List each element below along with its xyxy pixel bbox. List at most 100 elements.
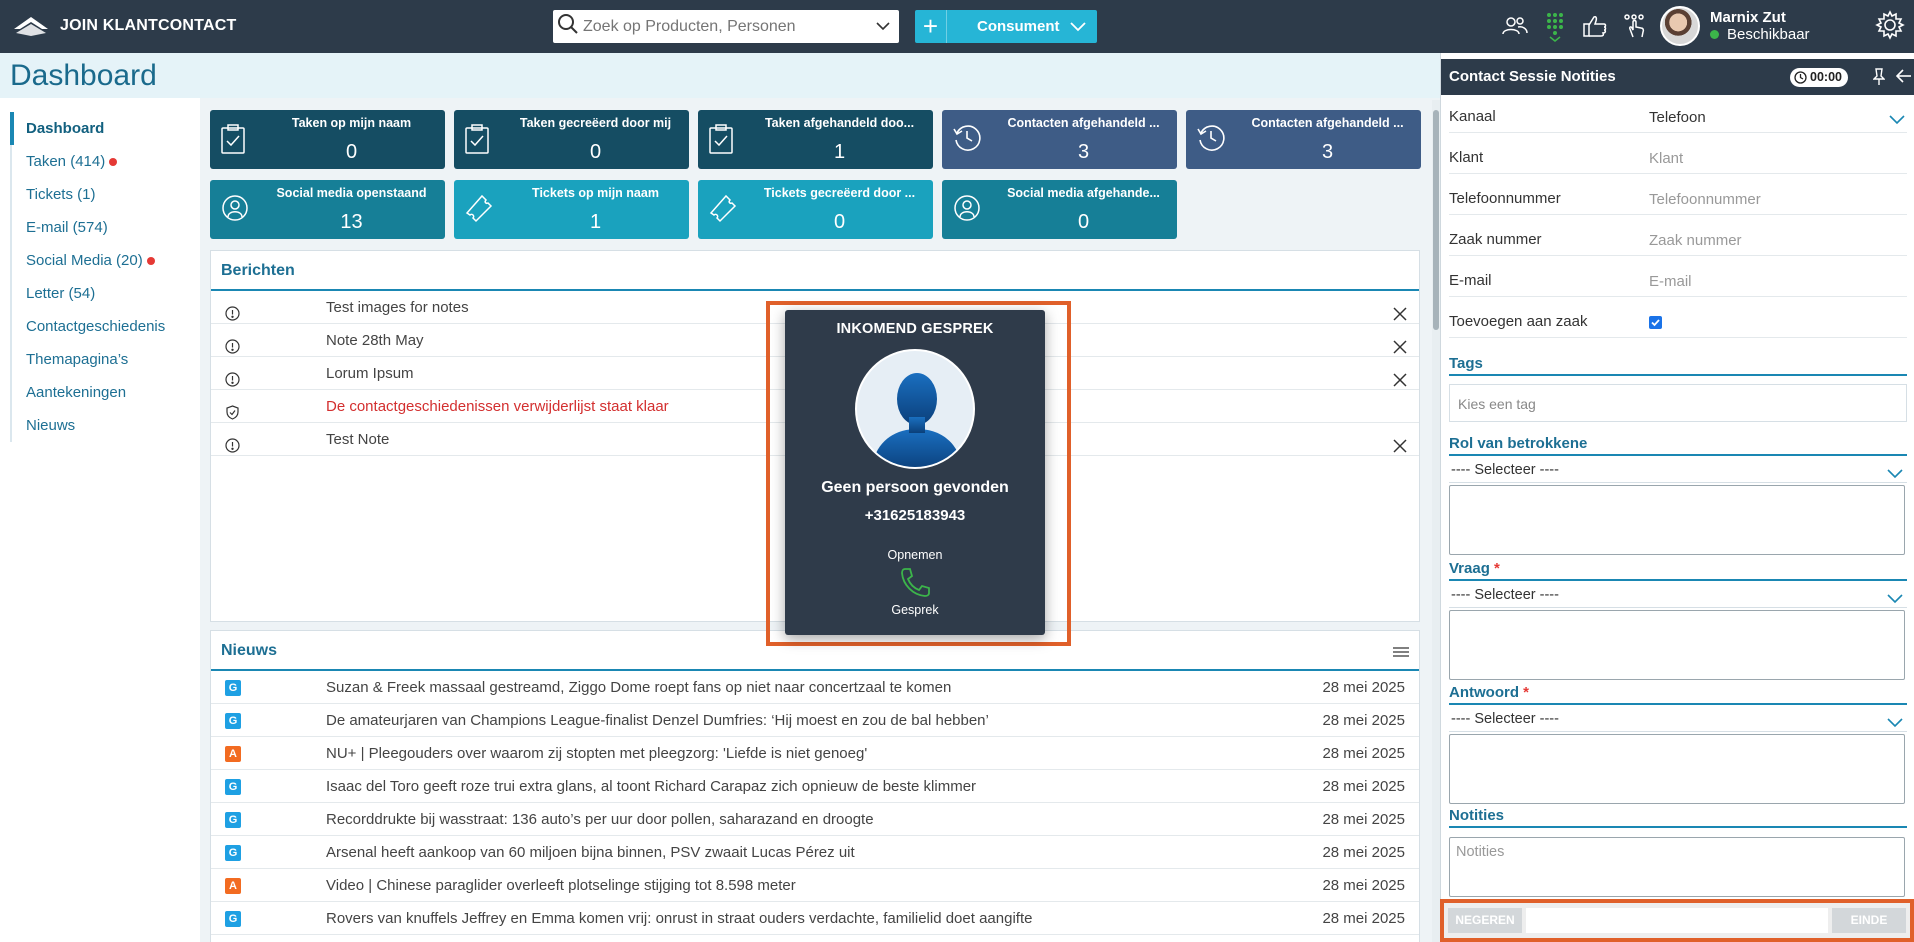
role-textarea[interactable]	[1449, 485, 1905, 555]
news-item[interactable]: A NU+ | Pleegouders over waarom zij stopt…	[211, 737, 1419, 770]
sidebar-item-aantekeningen[interactable]: Aantekeningen	[12, 376, 190, 409]
app-logo[interactable]: JOIN KLANTCONTACT	[12, 14, 236, 38]
news-item-title[interactable]: Recorddrukte bij wasstraat: 136 auto’s p…	[326, 803, 874, 836]
global-search[interactable]	[553, 10, 899, 43]
field-telefoonnummer[interactable]: Telefoonnummer Telefoonnummer	[1449, 182, 1907, 215]
touch-gesture-icon[interactable]	[1615, 8, 1655, 44]
news-item[interactable]: G De amateurjaren van Champions League-fi…	[211, 704, 1419, 737]
chevron-down-icon[interactable]	[1887, 713, 1903, 735]
arrow-left-icon[interactable]	[1895, 68, 1912, 89]
tile-contacten-afgehandeld-1[interactable]: Contacten afgehandeld ... 3	[942, 110, 1177, 169]
question-textarea[interactable]	[1449, 610, 1905, 680]
top-toolbar	[1495, 8, 1655, 44]
tile-value: 3	[1077, 141, 1090, 163]
tile-contacten-afgehandeld-2[interactable]: Contacten afgehandeld ... 3	[1186, 110, 1421, 169]
ignore-button[interactable]: NEGEREN	[1448, 908, 1522, 933]
add-to-case-checkbox[interactable]	[1649, 316, 1662, 329]
message-text[interactable]: De contactgeschiedenissen verwijderlijst…	[326, 390, 669, 423]
pin-icon[interactable]	[1872, 68, 1886, 91]
sidebar-item-contactgeschiedenis[interactable]: Contactgeschiedenis	[12, 310, 190, 343]
answer-label[interactable]: Opnemen	[785, 548, 1045, 562]
answer-textarea[interactable]	[1449, 734, 1905, 804]
sidebar-item-dashboard[interactable]: Dashboard	[10, 112, 190, 145]
notes-textarea[interactable]: Notities	[1449, 837, 1905, 897]
answer-select[interactable]: ---- Selecteer ----	[1449, 708, 1907, 732]
tile-taken-op-mijn-naam[interactable]: Taken op mijn naam 0	[210, 110, 445, 169]
gear-icon[interactable]	[1875, 10, 1905, 45]
end-button[interactable]: EINDE	[1832, 908, 1906, 933]
news-source-badge: G	[225, 713, 241, 729]
conversation-label[interactable]: Gesprek	[785, 603, 1045, 617]
news-item-date: 28 mei 2025	[1322, 877, 1405, 894]
news-item-title[interactable]: Video | Chinese paraglider overleeft plo…	[326, 869, 796, 902]
tile-social-media-afgehandeld[interactable]: Social media afgehande... 0	[942, 180, 1177, 239]
news-item[interactable]: G Isaac del Toro geeft roze trui extra gl…	[211, 770, 1419, 803]
news-item[interactable]: G Rovers van knuffels Jeffrey en Emma kom…	[211, 902, 1419, 935]
contact-panel-title: Contact Sessie Notities	[1449, 68, 1616, 85]
case-number-input[interactable]: Zaak nummer	[1649, 232, 1742, 249]
field-klant[interactable]: Klant Klant	[1449, 141, 1907, 174]
tile-taken-afgehandeld[interactable]: Taken afgehandeld doo... 1	[698, 110, 933, 169]
main-scrollbar[interactable]	[1432, 100, 1440, 942]
tile-tickets-gecreeerd[interactable]: Tickets gecreëerd door ... 0	[698, 180, 933, 239]
role-select[interactable]: ---- Selecteer ----	[1449, 459, 1907, 483]
tag-input[interactable]: Kies een tag	[1449, 384, 1907, 422]
tile-social-media-openstaand[interactable]: Social media openstaand 13	[210, 180, 445, 239]
tile-title: Tickets gecreëerd door ...	[763, 186, 916, 200]
context-select-button[interactable]: + Consument	[915, 10, 1097, 43]
chevron-down-icon[interactable]	[1887, 464, 1903, 486]
dialpad-icon[interactable]	[1535, 8, 1575, 44]
answer-phone-icon[interactable]	[785, 566, 1045, 603]
chevron-down-icon[interactable]	[1887, 589, 1903, 611]
sidebar-item-social-media[interactable]: Social Media (20)	[12, 244, 190, 277]
klant-input[interactable]: Klant	[1649, 150, 1683, 167]
news-item-title[interactable]: Isaac del Toro geeft roze trui extra gla…	[326, 770, 976, 803]
email-input[interactable]: E-mail	[1649, 273, 1692, 290]
thumbs-up-icon[interactable]	[1575, 8, 1615, 44]
sidebar-item-themapaginas[interactable]: Themapagina’s	[12, 343, 190, 376]
chevron-down-icon[interactable]	[1069, 18, 1087, 38]
role-title: Rol van betrokkene	[1449, 435, 1588, 452]
news-item-title[interactable]: Arsenal heeft aankoop van 60 miljoen bij…	[326, 836, 855, 869]
sidebar-item-email[interactable]: E-mail (574)	[12, 211, 190, 244]
user-menu[interactable]: Marnix Zut Beschikbaar	[1660, 6, 1810, 46]
news-item-title[interactable]: NU+ | Pleegouders over waarom zij stopte…	[326, 737, 867, 770]
tags-section-title: Tags	[1449, 355, 1907, 376]
contacts-icon[interactable]	[1495, 8, 1535, 44]
news-item[interactable]: G Suzan & Freek massaal gestreamd, Ziggo …	[211, 671, 1419, 704]
news-item-title[interactable]: Rovers van knuffels Jeffrey en Emma kome…	[326, 902, 1032, 935]
sidebar-item-letter[interactable]: Letter (54)	[12, 277, 190, 310]
kanaal-select[interactable]: Telefoon	[1649, 109, 1706, 126]
tile-taken-gecreeerd[interactable]: Taken gecreëerd door mij 0	[454, 110, 689, 169]
search-input[interactable]	[583, 17, 863, 36]
clipboard-check-icon	[464, 123, 490, 160]
sidebar-item-taken[interactable]: Taken (414)	[12, 145, 190, 178]
sidebar-item-nieuws[interactable]: Nieuws	[12, 409, 190, 442]
user-status[interactable]: Beschikbaar	[1710, 26, 1810, 43]
scrollbar-thumb[interactable]	[1433, 110, 1439, 330]
plus-icon[interactable]: +	[915, 10, 947, 43]
field-email[interactable]: E-mail E-mail	[1449, 264, 1907, 297]
news-item-title[interactable]: De amateurjaren van Champions League-fin…	[326, 704, 989, 737]
tile-value: 0	[1077, 211, 1090, 233]
field-kanaal[interactable]: Kanaal Telefoon	[1449, 100, 1907, 133]
field-toevoegen-aan-zaak[interactable]: Toevoegen aan zaak	[1449, 305, 1907, 338]
phone-input[interactable]: Telefoonnummer	[1649, 191, 1761, 208]
news-item[interactable]: G Arsenal heeft aankoop van 60 miljoen bi…	[211, 836, 1419, 869]
news-item[interactable]: A Video | Chinese paraglider overleeft pl…	[211, 869, 1419, 902]
sidebar-nav: Dashboard Taken (414) Tickets (1) E-mail…	[10, 112, 190, 442]
news-item[interactable]: G Recorddrukte bij wasstraat: 136 auto’s …	[211, 803, 1419, 836]
sidebar-item-label: Dashboard	[26, 120, 105, 137]
question-select[interactable]: ---- Selecteer ----	[1449, 584, 1907, 608]
tile-tickets-op-mijn-naam[interactable]: Tickets op mijn naam 1	[454, 180, 689, 239]
chevron-down-icon[interactable]	[875, 18, 891, 39]
sidebar-item-tickets[interactable]: Tickets (1)	[12, 178, 190, 211]
news-item-date: 28 mei 2025	[1322, 844, 1405, 861]
news-item-title[interactable]: Suzan & Freek massaal gestreamd, Ziggo D…	[326, 671, 951, 704]
chevron-down-icon[interactable]	[1889, 112, 1905, 129]
sidebar-item-label: E-mail (574)	[26, 219, 108, 236]
avatar[interactable]	[1660, 6, 1700, 46]
field-zaak-nummer[interactable]: Zaak nummer Zaak nummer	[1449, 223, 1907, 256]
menu-icon[interactable]	[1393, 645, 1409, 663]
close-icon[interactable]	[1393, 432, 1407, 465]
